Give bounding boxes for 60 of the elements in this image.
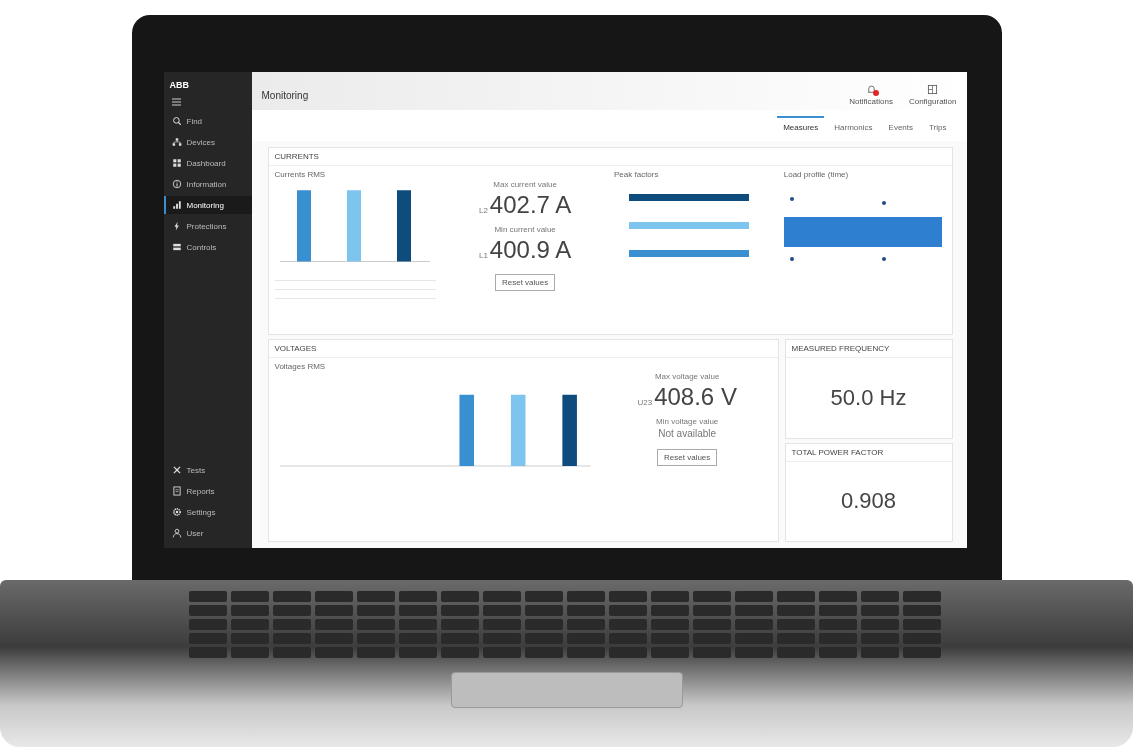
value-label: Min voltage value (656, 417, 719, 426)
section-title: CURRENTS (268, 148, 952, 166)
search-icon (171, 116, 182, 126)
sidebar-item[interactable]: Settings (163, 503, 252, 521)
sidebar-item[interactable]: Devices (163, 133, 252, 151)
tab[interactable]: Measures (777, 116, 825, 137)
chart-title: Load profile (time) (783, 170, 850, 179)
value-label: Max current value (493, 180, 557, 189)
sidebar-item[interactable]: Protections (163, 217, 252, 235)
phase-label: L2 (478, 206, 488, 215)
current-value: 402.7 A (489, 191, 572, 219)
current-value: 400.9 A (489, 236, 572, 264)
reset-button[interactable]: Reset values (657, 449, 718, 466)
chart-bar (346, 190, 361, 262)
measure-value: 50.0 Hz (829, 383, 908, 412)
info-icon (171, 179, 182, 189)
chart-title: Peak factors (614, 170, 660, 179)
reset-button[interactable]: Reset values (495, 274, 556, 291)
value-label: Min current value (494, 225, 556, 234)
voltage-value: Not available (658, 428, 717, 439)
tab[interactable]: Trips (923, 116, 953, 137)
sidebar-item[interactable]: Controls (163, 238, 252, 256)
measure-value: 0.908 (839, 487, 898, 516)
chart-bar (396, 190, 411, 262)
sidebar-item[interactable]: Dashboard (163, 154, 252, 172)
value-label: Max voltage value (654, 372, 720, 381)
hierarchy-icon (171, 137, 182, 147)
phase-label: U23 (637, 398, 653, 407)
phase-label: L1 (478, 251, 488, 260)
user-icon (171, 528, 182, 538)
window-icon (927, 84, 939, 95)
chart-bar (561, 394, 577, 466)
panel-icon (171, 242, 182, 252)
sidebar-item[interactable]: Information (163, 175, 252, 193)
chart-bar (296, 190, 311, 262)
toolbar-button[interactable]: Configuration (908, 84, 957, 106)
toolbar-button[interactable]: Notifications (849, 84, 893, 106)
section-title: MEASURED FREQUENCY (785, 340, 952, 358)
tab[interactable]: Harmonics (828, 116, 879, 137)
sidebar-item[interactable]: Monitoring (163, 196, 252, 214)
chart-title: Currents RMS (274, 170, 327, 179)
page-title: Monitoring (261, 89, 309, 101)
bell-icon (865, 84, 877, 95)
sidebar-item[interactable]: Find (163, 112, 252, 130)
grid-icon (171, 158, 182, 168)
sidebar-item[interactable]: Reports (163, 482, 252, 500)
sidebar-item[interactable]: Tests (163, 461, 252, 479)
voltage-value: 408.6 V (654, 383, 737, 411)
sidebar-item[interactable]: User (163, 524, 252, 542)
settings-icon (171, 507, 182, 517)
menu-icon[interactable] (171, 98, 181, 106)
chart-bar (458, 394, 474, 466)
logo: ABB (168, 80, 190, 92)
chart-bar (510, 394, 525, 466)
chart-title: Voltages RMS (274, 362, 327, 371)
bar-chart-icon (171, 200, 182, 210)
document-icon (171, 486, 182, 496)
tab[interactable]: Events (882, 116, 919, 137)
section-title: VOLTAGES (268, 340, 778, 358)
section-title: TOTAL POWER FACTOR (785, 443, 952, 462)
